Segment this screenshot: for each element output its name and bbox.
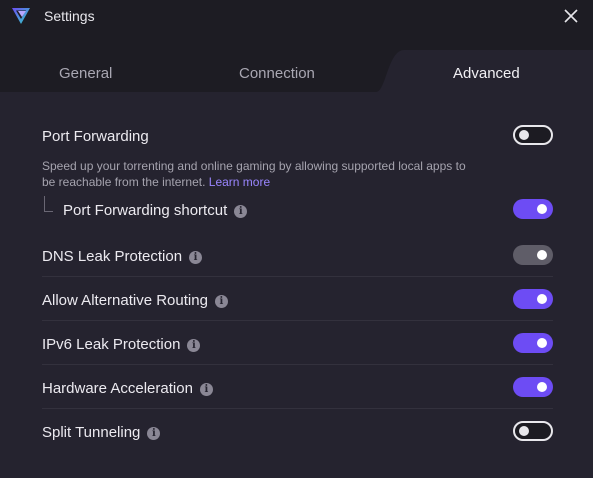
window-title: Settings <box>44 8 95 24</box>
info-icon[interactable]: i <box>187 339 201 352</box>
ipv6-leak-protection-text: IPv6 Leak Protection <box>42 336 181 353</box>
tab-connection[interactable]: Connection <box>239 65 315 82</box>
advanced-settings-panel: Port Forwarding Speed up your torrenting… <box>0 92 593 478</box>
dns-leak-protection-label: DNS Leak Protection i <box>42 248 203 265</box>
split-tunneling-label: Split Tunneling i <box>42 424 161 441</box>
port-forwarding-label: Port Forwarding <box>42 128 149 145</box>
title-bar: Settings <box>0 0 593 32</box>
toggle-knob <box>537 338 547 348</box>
divider <box>42 364 553 365</box>
port-forwarding-shortcut-toggle[interactable] <box>513 199 553 219</box>
port-forwarding-shortcut-text: Port Forwarding shortcut <box>63 202 228 219</box>
tab-strip: General Connection Advanced <box>0 32 593 92</box>
info-icon[interactable]: i <box>189 251 203 264</box>
sub-setting-connector <box>44 196 53 212</box>
port-forwarding-label-text: Port Forwarding <box>42 128 149 145</box>
port-forwarding-toggle[interactable] <box>513 125 553 145</box>
divider <box>42 408 553 409</box>
toggle-knob <box>537 382 547 392</box>
toggle-knob <box>519 130 529 140</box>
toggle-knob <box>537 250 547 260</box>
toggle-knob <box>519 426 529 436</box>
alternative-routing-toggle[interactable] <box>513 289 553 309</box>
toggle-knob <box>537 294 547 304</box>
tab-general[interactable]: General <box>59 65 112 82</box>
divider <box>42 276 553 277</box>
hardware-acceleration-text: Hardware Acceleration <box>42 380 193 397</box>
dns-leak-protection-text: DNS Leak Protection <box>42 248 183 265</box>
split-tunneling-toggle[interactable] <box>513 421 553 441</box>
learn-more-link[interactable]: Learn more <box>209 175 270 189</box>
info-icon[interactable]: i <box>214 295 228 308</box>
port-forwarding-shortcut-label: Port Forwarding shortcut i <box>63 202 248 219</box>
divider <box>42 320 553 321</box>
hardware-acceleration-label: Hardware Acceleration i <box>42 380 213 397</box>
dns-leak-protection-toggle[interactable] <box>513 245 553 265</box>
tab-advanced[interactable]: Advanced <box>453 65 520 82</box>
port-forwarding-description: Speed up your torrenting and online gami… <box>42 158 482 190</box>
hardware-acceleration-toggle[interactable] <box>513 377 553 397</box>
info-icon[interactable]: i <box>199 383 213 396</box>
app-logo-icon <box>12 8 30 24</box>
info-icon[interactable]: i <box>147 427 161 440</box>
alternative-routing-text: Allow Alternative Routing <box>42 292 208 309</box>
split-tunneling-text: Split Tunneling <box>42 424 141 441</box>
close-icon[interactable] <box>561 6 581 26</box>
alternative-routing-label: Allow Alternative Routing i <box>42 292 228 309</box>
ipv6-leak-protection-label: IPv6 Leak Protection i <box>42 336 201 353</box>
ipv6-leak-protection-toggle[interactable] <box>513 333 553 353</box>
toggle-knob <box>537 204 547 214</box>
info-icon[interactable]: i <box>234 205 248 218</box>
